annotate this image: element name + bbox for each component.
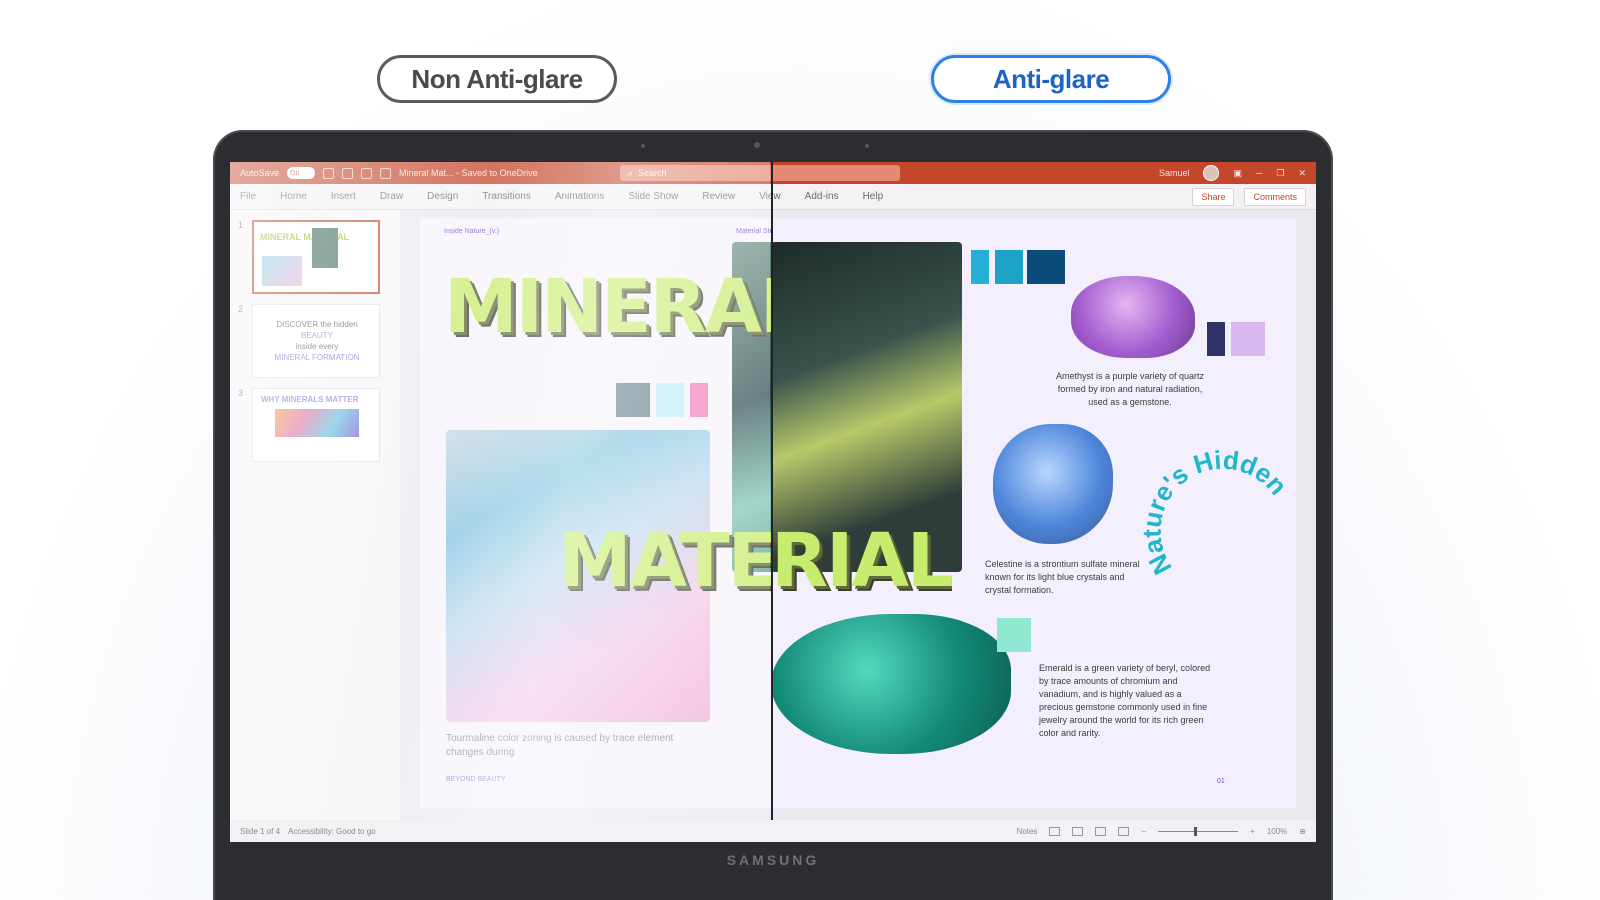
- thumb-2-line: DISCOVER the hidden: [276, 320, 358, 329]
- samsung-logo: SAMSUNG: [726, 852, 820, 868]
- zoom-out-icon[interactable]: −: [1141, 827, 1146, 836]
- laptop: AutoSave On Mineral Mat... - Saved to On…: [213, 130, 1333, 900]
- title-mineral: MINERAL: [444, 264, 807, 350]
- comments-button[interactable]: Comments: [1244, 187, 1306, 206]
- slide-thumbnail-2[interactable]: DISCOVER the hidden BEAUTY inside every …: [252, 304, 380, 378]
- tab-add-ins[interactable]: Add-ins: [805, 191, 839, 202]
- close-icon[interactable]: ✕: [1298, 168, 1306, 179]
- sensor-dot: [865, 144, 869, 148]
- tab-insert[interactable]: Insert: [331, 191, 356, 202]
- slide-sorter-icon[interactable]: [1072, 826, 1084, 836]
- slide-header-left: Inside Nature_(v.): [444, 228, 500, 235]
- amethyst-image: [1071, 276, 1195, 358]
- color-swatch: [690, 383, 708, 417]
- color-swatch: [1231, 322, 1265, 356]
- color-swatch: [997, 618, 1031, 652]
- thumb-2-line: BEAUTY: [300, 331, 333, 340]
- autosave-toggle[interactable]: On: [287, 167, 316, 179]
- share-button[interactable]: Share: [1192, 187, 1235, 206]
- user-name: Samuel: [1158, 168, 1190, 178]
- save-icon[interactable]: [323, 167, 335, 179]
- minimize-icon[interactable]: ─: [1256, 168, 1262, 178]
- search-icon: ⌕: [628, 167, 634, 178]
- slideshow-icon[interactable]: [1118, 826, 1130, 836]
- undo-icon[interactable]: [342, 167, 354, 179]
- tab-draw[interactable]: Draw: [380, 191, 403, 202]
- celestine-image: [993, 424, 1113, 544]
- anti-glare-slide-half: RIAL Amethyst is a purple variety of qua…: [771, 218, 1296, 808]
- notes-button[interactable]: Notes: [1017, 827, 1038, 836]
- color-swatch: [971, 250, 989, 284]
- caption-celestine: Celestine is a strontium sulfate mineral…: [985, 559, 1140, 595]
- tab-design[interactable]: Design: [427, 191, 458, 202]
- zoom-slider[interactable]: [1158, 826, 1239, 836]
- sensor-dot: [641, 144, 645, 148]
- thumb-2-line: MINERAL FORMATION: [274, 353, 360, 362]
- color-swatch: [995, 250, 1023, 284]
- thumb-number: 1: [238, 220, 244, 230]
- color-swatch: [1207, 322, 1225, 356]
- tab-transitions[interactable]: Transitions: [482, 191, 531, 202]
- tab-help[interactable]: Help: [863, 191, 884, 202]
- status-bar: Slide 1 of 4 Accessibility: Good to go N…: [230, 820, 1316, 842]
- thumb-1-image: [262, 256, 302, 286]
- restore-icon[interactable]: ❐: [1276, 168, 1284, 179]
- normal-view-icon[interactable]: [1049, 826, 1061, 836]
- caption-emerald: Emerald is a green variety of beryl, col…: [1039, 663, 1211, 738]
- caption-tourmaline: Tourmaline color zoning is caused by tra…: [446, 733, 674, 758]
- emerald-image: [771, 614, 1011, 754]
- slide-counter: Slide 1 of 4: [240, 826, 281, 836]
- slide-thumbnail-1[interactable]: MINERAL MATERIAL: [252, 220, 380, 294]
- redo-icon[interactable]: [361, 167, 373, 179]
- color-swatch: [656, 383, 684, 417]
- ribbon-display-icon[interactable]: ▣: [1233, 168, 1242, 179]
- screen: AutoSave On Mineral Mat... - Saved to On…: [230, 162, 1316, 842]
- tab-review[interactable]: Review: [702, 191, 735, 202]
- color-swatch: [1027, 250, 1065, 284]
- title-material-right: RIAL: [771, 518, 952, 604]
- present-icon[interactable]: [380, 167, 392, 179]
- title-bar: AutoSave On Mineral Mat... - Saved to On…: [230, 162, 1316, 184]
- zoom-level[interactable]: 100%: [1267, 827, 1287, 836]
- page-number: 01: [1217, 778, 1225, 785]
- search-box[interactable]: ⌕ Search: [620, 165, 900, 181]
- slide-thumbnails-pane: 1 MINERAL MATERIAL 2 DISCOVER the hidden…: [230, 210, 400, 820]
- thumb-2-line: inside every: [295, 342, 339, 351]
- fit-slide-icon[interactable]: ⊕: [1299, 827, 1306, 836]
- thumb-3-title: WHY MINERALS MATTER: [261, 395, 359, 404]
- natures-hidden-arc: Nature's Hidden: [1143, 448, 1293, 580]
- document-title[interactable]: Mineral Mat... - Saved to OneDrive: [399, 168, 538, 178]
- slide-footer-left: BEYOND BEAUTY: [446, 776, 506, 783]
- arc-text: Nature's Hidden: [1143, 448, 1293, 580]
- zoom-in-icon[interactable]: +: [1250, 827, 1255, 836]
- tab-home[interactable]: Home: [280, 191, 307, 202]
- tab-view[interactable]: View: [759, 191, 781, 202]
- webcam: [754, 142, 760, 148]
- color-swatch: [616, 383, 650, 417]
- reading-view-icon[interactable]: [1095, 826, 1107, 836]
- accessibility-status[interactable]: Accessibility: Good to go: [288, 827, 376, 836]
- thumb-number: 3: [238, 388, 244, 398]
- avatar[interactable]: [1203, 165, 1220, 181]
- thumb-1-image: [312, 228, 338, 268]
- caption-amethyst: Amethyst is a purple variety of quartz f…: [1055, 371, 1205, 407]
- tab-file[interactable]: File: [240, 191, 256, 202]
- search-placeholder: Search: [638, 168, 667, 178]
- non-anti-glare-label: Non Anti-glare: [377, 55, 617, 103]
- tab-slide-show[interactable]: Slide Show: [628, 191, 678, 202]
- anti-glare-label: Anti-glare: [931, 55, 1171, 103]
- thumb-3-image: [275, 409, 359, 437]
- thumb-number: 2: [238, 304, 244, 314]
- tab-animations[interactable]: Animations: [555, 191, 604, 202]
- comparison-divider[interactable]: [771, 162, 773, 842]
- ribbon-tabs: File Home Insert Draw Design Transitions…: [230, 184, 1316, 210]
- autosave-label: AutoSave: [240, 168, 280, 178]
- slide-thumbnail-3[interactable]: WHY MINERALS MATTER: [252, 388, 380, 462]
